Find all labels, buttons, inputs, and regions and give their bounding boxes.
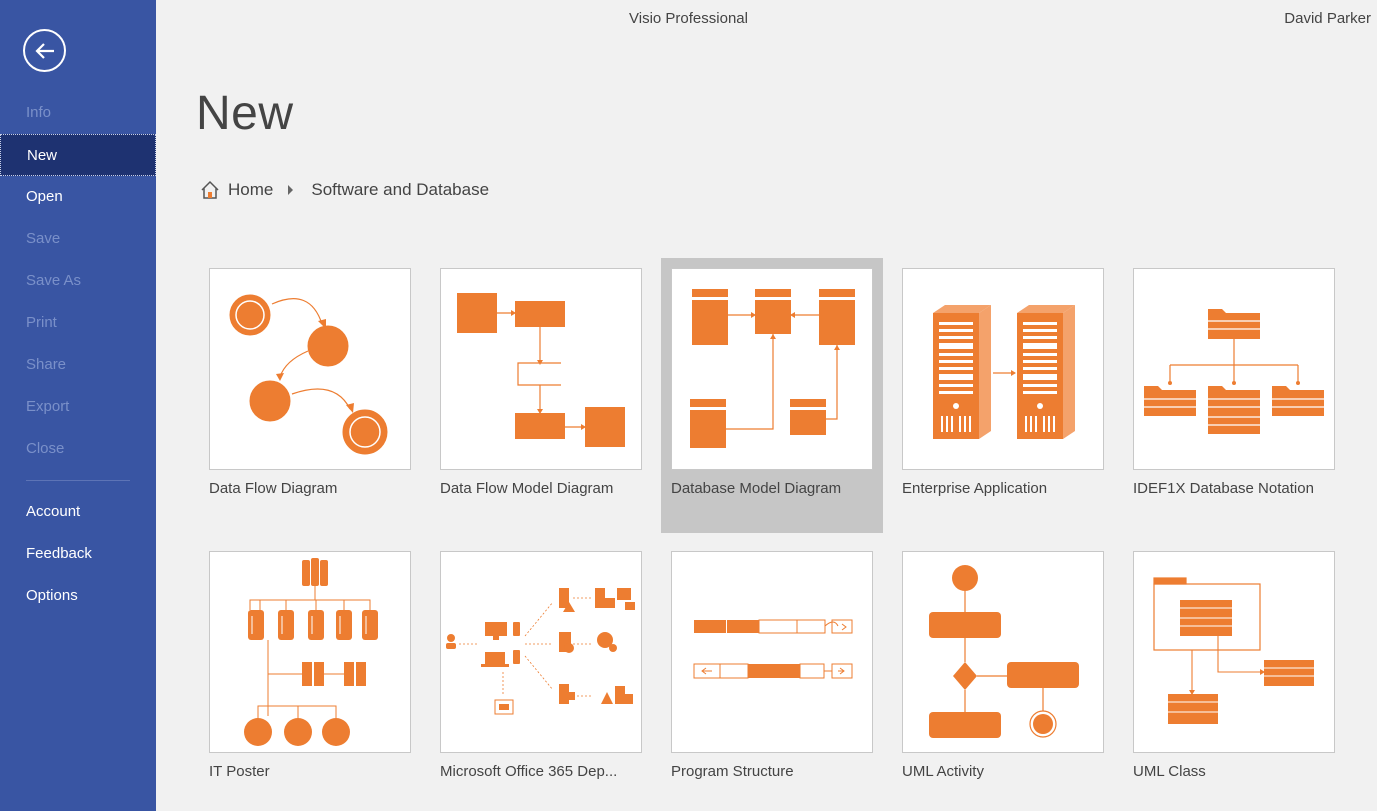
template-label: Database Model Diagram (671, 480, 842, 497)
template-thumbnail (440, 551, 642, 753)
back-button[interactable] (23, 29, 66, 72)
template-office-365-deployment[interactable]: Microsoft Office 365 Dep... (430, 541, 652, 811)
nav-open[interactable]: Open (0, 176, 156, 218)
template-thumbnail (1133, 268, 1335, 470)
backstage-sidebar: Info New Open Save Save As Print Share E… (0, 0, 156, 811)
data-flow-model-diagram-thumbnail-icon (457, 293, 625, 447)
uml-class-thumbnail-icon (1153, 577, 1314, 724)
template-data-flow-model-diagram[interactable]: Data Flow Model Diagram (430, 258, 652, 533)
template-thumbnail (902, 551, 1104, 753)
template-thumbnail (671, 268, 873, 470)
template-uml-class[interactable]: UML Class (1123, 541, 1345, 811)
template-label: Enterprise Application (902, 480, 1048, 497)
template-database-model-diagram[interactable]: Database Model Diagram (661, 258, 883, 533)
template-thumbnail (671, 551, 873, 753)
template-label: UML Activity (902, 763, 984, 780)
breadcrumb-current: Software and Database (311, 180, 490, 199)
template-label: IDEF1X Database Notation (1133, 480, 1314, 497)
nav-close[interactable]: Close (0, 428, 156, 470)
nav-save-as[interactable]: Save As (0, 260, 156, 302)
nav-share[interactable]: Share (0, 344, 156, 386)
breadcrumb-home[interactable]: Home (228, 180, 273, 200)
program-structure-thumbnail-icon (693, 619, 853, 679)
template-idef1x-database-notation[interactable]: IDEF1X Database Notation (1123, 258, 1345, 533)
home-icon[interactable] (200, 180, 220, 200)
nav-export[interactable]: Export (0, 386, 156, 428)
nav-feedback[interactable]: Feedback (0, 533, 156, 575)
nav-options[interactable]: Options (0, 575, 156, 617)
backstage-nav: Info New Open Save Save As Print Share E… (0, 92, 156, 617)
user-name[interactable]: David Parker (1284, 10, 1371, 27)
nav-divider (26, 480, 130, 481)
office-365-network-icon (446, 588, 635, 715)
template-it-poster[interactable]: IT Poster (199, 541, 421, 811)
template-thumbnail (209, 268, 411, 470)
app-title: Visio Professional (629, 10, 748, 27)
template-thumbnail (440, 268, 642, 470)
template-data-flow-diagram[interactable]: Data Flow Diagram (199, 258, 421, 533)
it-poster-thumbnail-icon (244, 558, 378, 746)
uml-activity-thumbnail-icon (929, 565, 1079, 738)
template-uml-activity[interactable]: UML Activity (892, 541, 1114, 811)
database-model-diagram-thumbnail-icon (690, 289, 855, 448)
template-thumbnail (902, 268, 1104, 470)
template-label: UML Class (1133, 763, 1206, 780)
database-folders-icon (1144, 309, 1324, 434)
page-title: New (196, 87, 294, 140)
nav-print[interactable]: Print (0, 302, 156, 344)
nav-new[interactable]: New (0, 134, 156, 176)
template-label: Data Flow Diagram (209, 480, 338, 497)
template-thumbnail (1133, 551, 1335, 753)
nav-info[interactable]: Info (0, 92, 156, 134)
template-label: Data Flow Model Diagram (440, 480, 614, 497)
template-label: Microsoft Office 365 Dep... (440, 763, 618, 780)
nav-save[interactable]: Save (0, 218, 156, 260)
template-program-structure[interactable]: Program Structure (661, 541, 883, 811)
nav-account[interactable]: Account (0, 491, 156, 533)
server-towers-icon (933, 305, 1075, 439)
template-label: IT Poster (209, 763, 270, 780)
chevron-right-icon (288, 185, 294, 195)
template-enterprise-application[interactable]: Enterprise Application (892, 258, 1114, 533)
data-flow-diagram-thumbnail-icon (229, 294, 388, 455)
template-thumbnail (209, 551, 411, 753)
breadcrumb: Home Software and Database (200, 180, 489, 200)
arrow-left-icon (34, 42, 54, 59)
template-label: Program Structure (671, 763, 794, 780)
